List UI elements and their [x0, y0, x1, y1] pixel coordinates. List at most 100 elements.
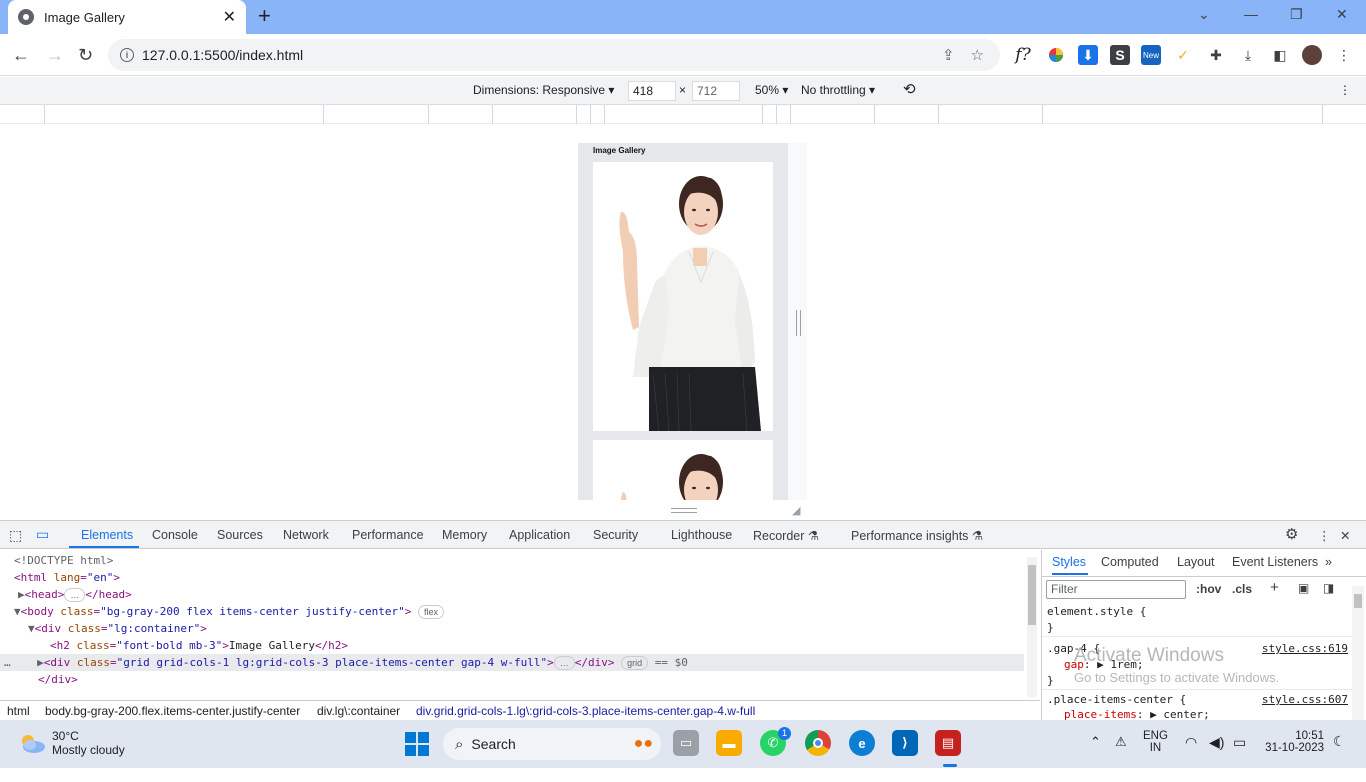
- collapse-triangle-icon[interactable]: ▼: [14, 605, 21, 618]
- tab-console[interactable]: Console: [152, 528, 198, 542]
- breadcrumb-body[interactable]: body.bg-gray-200.flex.items-center.justi…: [45, 704, 300, 718]
- windows-start-icon[interactable]: [405, 732, 429, 759]
- reload-button[interactable]: ↻: [78, 43, 93, 67]
- tab-search-icon[interactable]: ⌄: [1198, 6, 1210, 23]
- device-more-options-icon[interactable]: ⋮: [1339, 83, 1351, 97]
- devtools-more-icon[interactable]: ⋮: [1318, 528, 1331, 543]
- tab-lighthouse[interactable]: Lighthouse: [671, 528, 732, 542]
- taskbar-search[interactable]: ⌕ Search ●●: [443, 728, 661, 760]
- settings-gear-icon[interactable]: ⚙: [1285, 525, 1298, 543]
- tab-styles[interactable]: Styles: [1052, 555, 1086, 569]
- more-tabs-icon[interactable]: »: [1325, 555, 1332, 569]
- do-not-disturb-icon[interactable]: ☾: [1333, 733, 1346, 781]
- place-rule-selector[interactable]: .place-items-center {: [1047, 693, 1186, 706]
- formula-extension-icon[interactable]: f?: [1013, 45, 1033, 65]
- side-panel-icon[interactable]: ◧: [1270, 45, 1290, 65]
- close-tab-icon[interactable]: ✕: [223, 7, 236, 27]
- dom-node-container[interactable]: ▼<div class="lg:container">: [0, 620, 1024, 637]
- chrome-icon[interactable]: [805, 730, 831, 756]
- dimensions-dropdown[interactable]: Dimensions: Responsive ▾: [473, 83, 614, 97]
- extensions-puzzle-icon[interactable]: ✚: [1206, 45, 1226, 65]
- tab-event-listeners[interactable]: Event Listeners: [1232, 555, 1318, 569]
- back-button[interactable]: ←: [12, 43, 30, 67]
- weather-widget[interactable]: 30°C Mostly cloudy: [18, 729, 125, 757]
- sidebar-toggle-icon[interactable]: ◨: [1323, 581, 1334, 595]
- gesture-extension-icon[interactable]: ✓: [1173, 45, 1193, 65]
- wifi-icon[interactable]: ◠: [1185, 734, 1197, 782]
- tab-performance[interactable]: Performance: [352, 528, 424, 542]
- styles-scrollbar[interactable]: [1352, 586, 1364, 721]
- tab-elements[interactable]: Elements: [81, 528, 133, 542]
- edge-icon[interactable]: e: [849, 730, 875, 756]
- tab-security[interactable]: Security: [593, 528, 638, 542]
- new-rule-icon[interactable]: +: [1270, 579, 1279, 596]
- tab-computed[interactable]: Computed: [1101, 555, 1159, 569]
- tab-performance-insights[interactable]: Performance insights ⚗: [851, 528, 983, 543]
- battery-icon[interactable]: ▭: [1233, 734, 1246, 782]
- restore-button[interactable]: ❐: [1290, 6, 1303, 23]
- dom-node-doctype[interactable]: <!DOCTYPE html>: [0, 552, 1024, 569]
- expand-triangle-icon[interactable]: ▶: [18, 588, 25, 601]
- breadcrumb-container[interactable]: div.lg\:container: [317, 704, 400, 718]
- horizontal-resize-handle[interactable]: [671, 508, 697, 513]
- site-info-icon[interactable]: i: [120, 48, 134, 62]
- grid-badge[interactable]: grid: [621, 656, 649, 670]
- vertical-resize-handle[interactable]: [796, 310, 801, 336]
- width-input[interactable]: 418: [628, 81, 676, 101]
- dom-node-body[interactable]: ▼<body class="bg-gray-200 flex items-cen…: [0, 603, 1024, 620]
- language-indicator[interactable]: ENG IN: [1143, 730, 1168, 778]
- vscode-icon[interactable]: ⟩: [892, 730, 918, 756]
- chrome-menu-icon[interactable]: ⋮: [1334, 45, 1354, 65]
- task-view-icon[interactable]: ▭: [673, 730, 699, 756]
- breadcrumb-html[interactable]: html: [7, 704, 30, 718]
- volume-icon[interactable]: ◀): [1209, 734, 1224, 782]
- dom-node-h2[interactable]: <h2 class="font-bold mb-3">Image Gallery…: [0, 637, 1024, 654]
- dom-node-grid-selected[interactable]: … ▶<div class="grid grid-cols-1 lg:grid-…: [0, 654, 1024, 671]
- network-warning-icon[interactable]: ⚠: [1115, 734, 1127, 782]
- share-icon[interactable]: ⇪: [942, 46, 955, 64]
- elements-scrollbar[interactable]: [1027, 557, 1037, 697]
- expand-triangle-icon[interactable]: ▶: [37, 656, 44, 669]
- new-tab-button[interactable]: +: [258, 4, 271, 28]
- tab-network[interactable]: Network: [283, 528, 329, 542]
- device-toggle-icon[interactable]: ▭: [36, 526, 49, 543]
- rotate-icon[interactable]: ⟲: [903, 80, 916, 98]
- dom-node-close-div[interactable]: </div>: [0, 671, 1024, 688]
- tab-recorder[interactable]: Recorder ⚗: [753, 528, 819, 543]
- breadcrumb-grid[interactable]: div.grid.grid-cols-1.lg\:grid-cols-3.pla…: [416, 704, 755, 718]
- flex-badge[interactable]: flex: [418, 605, 445, 619]
- browser-tab[interactable]: Image Gallery ✕: [8, 0, 246, 34]
- inspect-element-icon[interactable]: ⬚: [9, 527, 22, 544]
- devtools-app-icon[interactable]: ▤: [935, 730, 961, 756]
- minimize-button[interactable]: —: [1244, 6, 1258, 22]
- clock[interactable]: 10:51 31-10-2023: [1264, 730, 1324, 778]
- downloads-icon[interactable]: ⤓: [1238, 45, 1258, 65]
- new-extension-icon[interactable]: New: [1141, 45, 1161, 65]
- paint-brush-icon[interactable]: ▣: [1298, 581, 1309, 595]
- forward-button[interactable]: →: [46, 43, 64, 67]
- collapse-triangle-icon[interactable]: ▼: [28, 622, 35, 635]
- tab-application[interactable]: Application: [509, 528, 570, 542]
- ellipsis-badge[interactable]: …: [64, 588, 86, 602]
- ellipsis-badge[interactable]: …: [553, 656, 575, 670]
- zoom-dropdown[interactable]: 50% ▾: [755, 83, 788, 97]
- throttling-dropdown[interactable]: No throttling ▾: [801, 83, 875, 97]
- color-picker-extension-icon[interactable]: [1046, 45, 1066, 65]
- bookmark-star-icon[interactable]: ☆: [971, 46, 984, 64]
- show-hidden-icons[interactable]: ⌃: [1090, 734, 1101, 782]
- corner-resize-handle[interactable]: ◢: [792, 504, 800, 517]
- tab-memory[interactable]: Memory: [442, 528, 487, 542]
- url-text[interactable]: 127.0.0.1:5500/index.html: [142, 47, 942, 63]
- s-extension-icon[interactable]: S: [1110, 45, 1130, 65]
- file-explorer-icon[interactable]: ▬: [716, 730, 742, 756]
- place-rule-source-link[interactable]: style.css:607: [1262, 693, 1348, 706]
- height-input[interactable]: 712: [692, 81, 740, 101]
- tab-sources[interactable]: Sources: [217, 528, 263, 542]
- cls-toggle[interactable]: .cls: [1232, 582, 1252, 596]
- close-window-button[interactable]: ✕: [1336, 6, 1348, 23]
- dom-node-head[interactable]: ▶<head>… </head>: [0, 586, 1024, 603]
- dom-node-html[interactable]: <html lang="en">: [0, 569, 1024, 586]
- tab-layout[interactable]: Layout: [1177, 555, 1215, 569]
- profile-avatar[interactable]: [1302, 45, 1322, 65]
- hov-toggle[interactable]: :hov: [1196, 582, 1221, 596]
